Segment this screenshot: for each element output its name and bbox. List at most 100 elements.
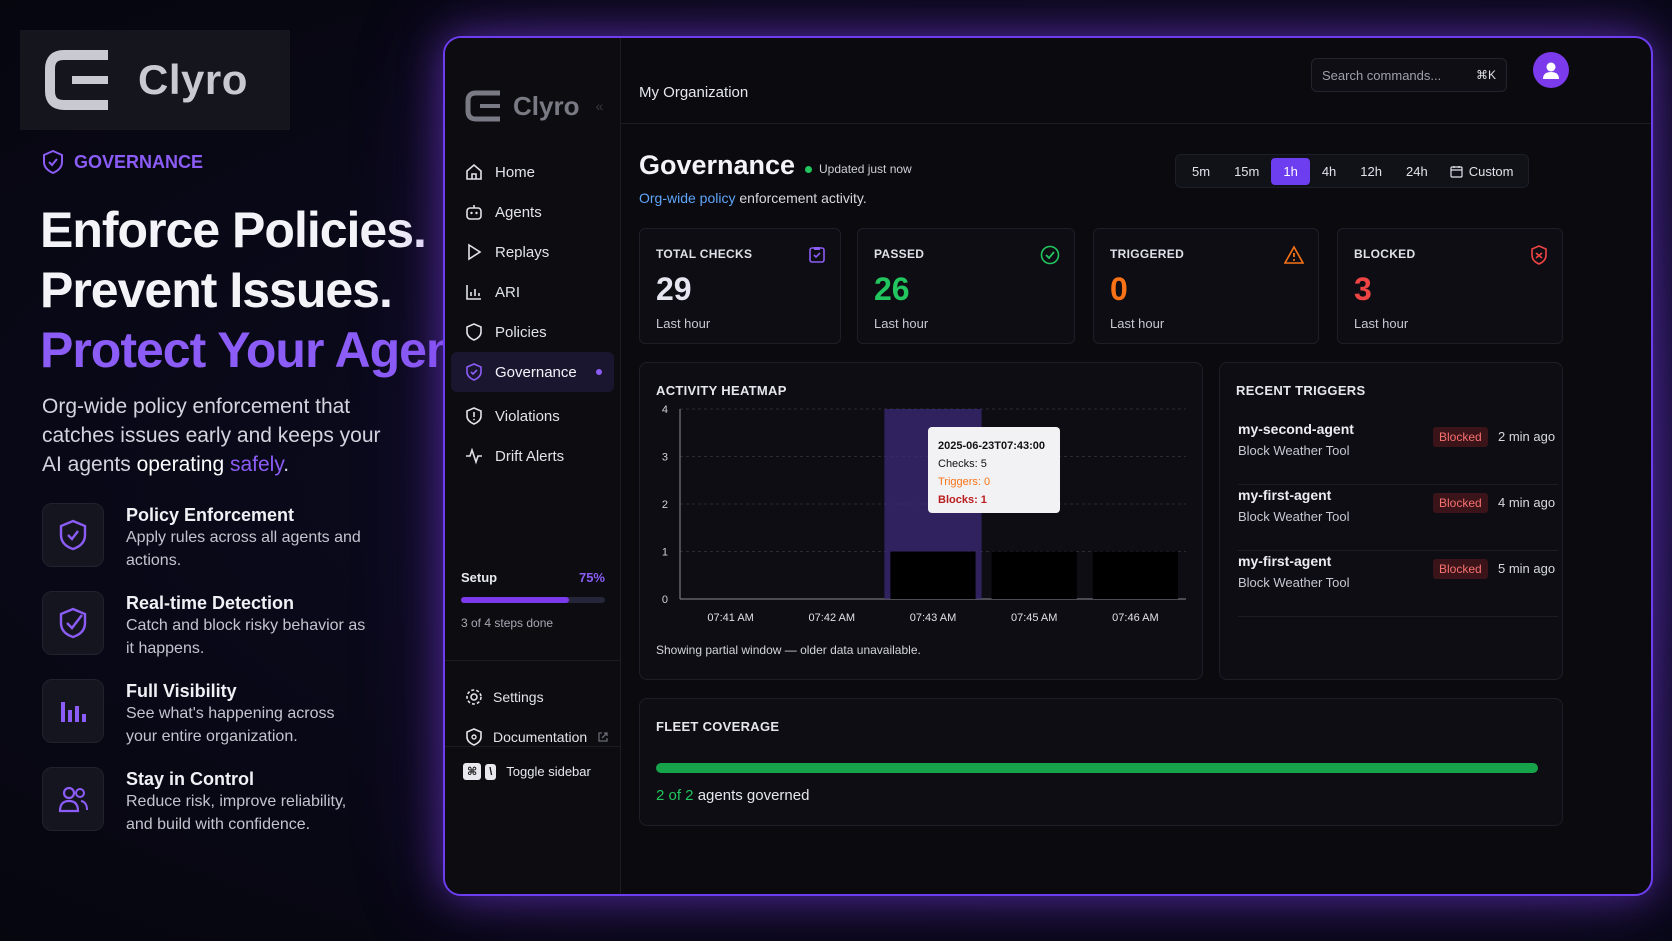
y-tick-label: 2 (662, 499, 668, 511)
x-tick-label: 07:46 AM (1112, 612, 1158, 624)
feature-item: Full Visibility See what's happening acr… (42, 679, 366, 767)
feature-item: Real-time Detection Catch and block risk… (42, 591, 366, 679)
fleet-title: FLEET COVERAGE (656, 719, 779, 734)
live-dot (805, 166, 812, 173)
stat-card-blocked: BLOCKED 3 Last hour (1337, 228, 1563, 344)
range-5m[interactable]: 5m (1180, 158, 1222, 185)
sidebar-item-governance[interactable]: Governance (451, 352, 614, 392)
sidebar-item-agents[interactable]: Agents (451, 192, 614, 232)
main-content: Governance Updated just now Org-wide pol… (621, 124, 1651, 894)
check-circle-icon (1040, 245, 1060, 265)
sidebar-item-home[interactable]: Home (451, 152, 614, 192)
clipboard-check-icon (808, 245, 826, 263)
fleet-coverage-text: 2 of 2 agents governed (656, 787, 809, 804)
sidebar-item-settings[interactable]: Settings (445, 677, 621, 717)
org-switcher[interactable]: My Organization (639, 84, 748, 101)
home-icon (465, 163, 483, 181)
stat-card-triggered: TRIGGERED 0 Last hour (1093, 228, 1319, 344)
command-search[interactable]: Search commands... ⌘K (1311, 58, 1507, 92)
setup-progress-fill (461, 597, 569, 603)
range-4h[interactable]: 4h (1310, 158, 1348, 185)
range-24h[interactable]: 24h (1394, 158, 1440, 185)
status-badge: Blocked (1433, 559, 1488, 579)
sidebar-brand-name: Clyro (513, 91, 579, 122)
triggers-title: RECENT TRIGGERS (1236, 383, 1365, 398)
feature-icon-box (42, 591, 104, 655)
fleet-coverage-fill (656, 763, 1538, 773)
x-tick-label: 07:43 AM (910, 612, 956, 624)
sidebar-item-replays[interactable]: Replays (451, 232, 614, 272)
active-indicator (596, 369, 602, 375)
updated-status: Updated just now (805, 162, 912, 176)
setup-percent: 75% (579, 570, 605, 585)
toggle-sidebar-button[interactable]: ⌘\ Toggle sidebar (445, 746, 621, 780)
alert-shield-icon (465, 407, 483, 425)
stat-value: 26 (874, 271, 1058, 308)
recent-triggers-panel: RECENT TRIGGERS my-second-agent Block We… (1219, 362, 1563, 680)
kbd-cmd: ⌘ (463, 763, 481, 780)
gear-icon (465, 688, 483, 706)
setup-progress[interactable]: Setup 75% 3 of 4 steps done (445, 570, 621, 630)
feature-title: Real-time Detection (126, 593, 366, 614)
clyro-logo-icon (42, 47, 114, 113)
activity-heatmap-chart[interactable]: 0123407:41 AM07:42 AM07:43 AM07:45 AM07:… (640, 399, 1200, 649)
search-shortcut: ⌘K (1476, 68, 1496, 82)
x-tick-label: 07:41 AM (707, 612, 753, 624)
headline: Enforce Policies. Prevent Issues. Protec… (40, 200, 511, 380)
feature-title: Policy Enforcement (126, 505, 366, 526)
feature-icon-box (42, 503, 104, 567)
heatmap-bar (1093, 552, 1178, 600)
range-15m[interactable]: 15m (1222, 158, 1271, 185)
trigger-row[interactable]: my-first-agent Block Weather Tool Blocke… (1238, 553, 1558, 617)
sidebar-item-policies[interactable]: Policies (451, 312, 614, 352)
app-window: Clyro « Home Agents Replays ARI Pol (443, 36, 1653, 896)
topbar: My Organization Search commands... ⌘K (621, 38, 1651, 124)
feature-desc: Apply rules across all agents and action… (126, 526, 366, 572)
sidebar-item-ari[interactable]: ARI (451, 272, 614, 312)
shield-check-icon (58, 607, 88, 639)
brand-logo: Clyro (20, 30, 290, 130)
sidebar-brand[interactable]: Clyro « (445, 38, 620, 138)
feature-list: Policy Enforcement Apply rules across al… (42, 503, 366, 855)
page-subtitle: Org-wide policy enforcement activity. (639, 190, 867, 206)
feature-desc: Catch and block risky behavior as it hap… (126, 614, 366, 660)
users-icon (57, 784, 89, 814)
feature-title: Stay in Control (126, 769, 366, 790)
avatar[interactable] (1533, 52, 1569, 88)
section-tag: GOVERNANCE (42, 150, 203, 174)
setup-progress-bar (461, 597, 605, 603)
feature-desc: See what's happening across your entire … (126, 702, 366, 748)
stat-value: 29 (656, 271, 824, 308)
heatmap-bar (890, 552, 975, 600)
sidebar-item-violations[interactable]: Violations (451, 396, 614, 436)
time-range-selector: 5m 15m 1h 4h 12h 24h Custom (1175, 154, 1529, 188)
stat-value: 0 (1110, 271, 1302, 308)
feature-item: Policy Enforcement Apply rules across al… (42, 503, 366, 591)
chart-tooltip: 2025-06-23T07:43:00 Checks: 5 Triggers: … (928, 427, 1060, 513)
search-placeholder: Search commands... (1322, 68, 1441, 83)
headline-line-2: Prevent Issues. (40, 260, 511, 320)
brand-name: Clyro (138, 56, 248, 104)
feature-title: Full Visibility (126, 681, 366, 702)
trigger-row[interactable]: my-first-agent Block Weather Tool Blocke… (1238, 487, 1558, 551)
setup-steps: 3 of 4 steps done (461, 616, 605, 630)
collapse-icon[interactable]: « (595, 98, 603, 114)
bar-chart-icon (58, 696, 88, 726)
stat-value: 3 (1354, 271, 1546, 308)
shield-check-icon (58, 519, 88, 551)
toggle-sidebar-label: Toggle sidebar (506, 764, 591, 779)
chart-icon (465, 283, 483, 301)
range-12h[interactable]: 12h (1348, 158, 1394, 185)
section-tag-label: GOVERNANCE (74, 152, 203, 173)
y-tick-label: 4 (662, 404, 668, 416)
sidebar-item-drift-alerts[interactable]: Drift Alerts (451, 436, 614, 476)
page-title: Governance (639, 150, 795, 181)
range-1h[interactable]: 1h (1271, 158, 1309, 185)
trigger-row[interactable]: my-second-agent Block Weather Tool Block… (1238, 421, 1558, 485)
lead-paragraph: Org-wide policy enforcement that catches… (42, 392, 402, 479)
shield-icon (465, 323, 483, 341)
range-custom[interactable]: Custom (1440, 158, 1524, 185)
y-tick-label: 0 (662, 594, 668, 606)
headline-line-1: Enforce Policies. (40, 200, 511, 260)
feature-icon-box (42, 767, 104, 831)
